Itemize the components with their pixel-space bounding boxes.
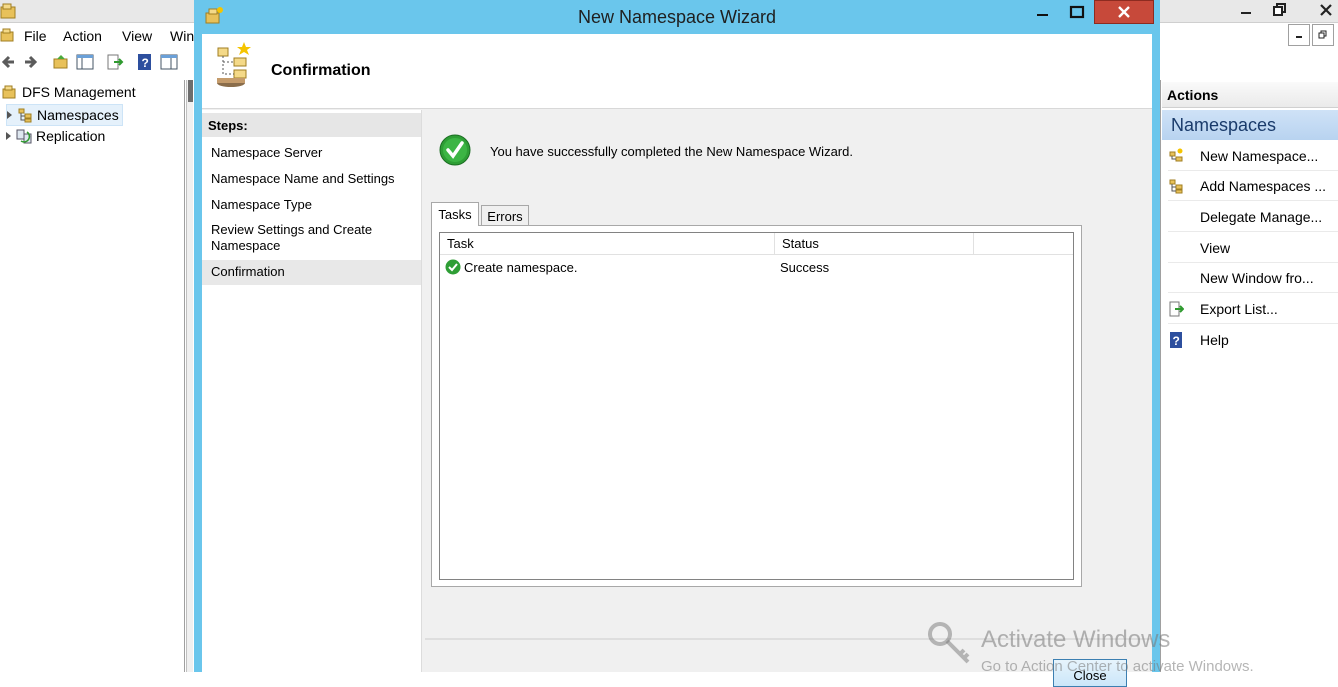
close-icon — [1118, 6, 1130, 18]
console-menu-icon[interactable] — [0, 27, 16, 43]
action-label: Delegate Manage... — [1200, 208, 1323, 225]
child-restore-button[interactable] — [1312, 24, 1334, 46]
step-namespace-server: Namespace Server — [211, 145, 323, 160]
action-view[interactable]: View — [1168, 233, 1338, 263]
action-add-namespaces[interactable]: Add Namespaces ... — [1168, 171, 1338, 201]
expand-arrow-icon[interactable] — [7, 111, 12, 119]
console-tree: DFS Management Namespaces Replication — [0, 80, 185, 672]
help-icon: ? — [1168, 332, 1184, 348]
tree-item-dfs-management[interactable]: DFS Management — [2, 82, 136, 102]
tree-item-namespaces[interactable]: Namespaces — [6, 104, 123, 126]
success-message: You have successfully completed the New … — [490, 144, 853, 159]
tab-errors[interactable]: Errors — [481, 205, 529, 227]
wizard-body: Confirmation Steps: Namespace Server Nam… — [202, 34, 1152, 687]
namespaces-icon — [18, 108, 32, 123]
column-header-empty — [974, 233, 1073, 255]
action-pane-toggle-icon[interactable] — [160, 53, 178, 71]
column-header-task[interactable]: Task — [440, 233, 775, 255]
key-icon — [926, 620, 974, 668]
tree-splitter[interactable] — [186, 80, 193, 672]
replication-icon — [16, 129, 32, 144]
up-folder-icon[interactable] — [52, 53, 70, 71]
menu-action[interactable]: Action — [63, 28, 102, 44]
menu-bar: File Action View Win — [0, 24, 195, 48]
mmc-close-button[interactable] — [1312, 0, 1338, 20]
action-label: Help — [1200, 332, 1229, 348]
action-label: New Window fro... — [1200, 269, 1314, 286]
child-minimize-button[interactable] — [1288, 24, 1310, 46]
table-row[interactable]: Create namespace. — [445, 257, 577, 277]
wizard-title: New Namespace Wizard — [577, 6, 777, 27]
forward-icon[interactable] — [22, 53, 40, 71]
steps-label: Steps: — [202, 113, 421, 137]
action-help[interactable]: ? Help — [1168, 325, 1338, 355]
action-label: New Namespace... — [1200, 147, 1319, 164]
menu-view[interactable]: View — [122, 28, 152, 44]
dfs-app-icon — [0, 2, 18, 20]
step-namespace-type: Namespace Type — [211, 197, 312, 212]
wizard-header: Confirmation — [202, 34, 1152, 109]
tree-item-label: Namespaces — [37, 107, 119, 123]
new-namespace-icon — [1168, 148, 1184, 164]
action-new-namespace[interactable]: New Namespace... — [1168, 141, 1338, 171]
task-status: Success — [780, 259, 830, 275]
add-namespaces-icon — [1168, 178, 1184, 194]
page-title: Confirmation — [271, 62, 371, 79]
watermark-title: Activate Windows — [981, 626, 1171, 653]
success-check-icon — [445, 259, 461, 275]
action-label: Export List... — [1200, 300, 1278, 317]
tab-tasks[interactable]: Tasks — [431, 202, 479, 226]
namespace-wizard-icon — [214, 40, 254, 90]
mmc-minimize-button[interactable] — [1232, 0, 1260, 20]
actions-header: Actions — [1162, 82, 1338, 108]
back-icon[interactable] — [0, 53, 18, 71]
tree-item-replication[interactable]: Replication — [6, 126, 105, 146]
action-label: Add Namespaces ... — [1200, 177, 1327, 194]
activate-windows-watermark: Activate Windows Go to Action Center to … — [926, 618, 1326, 675]
tree-item-label: DFS Management — [22, 84, 136, 100]
column-header-status[interactable]: Status — [775, 233, 974, 255]
action-new-window[interactable]: New Window fro... — [1168, 263, 1338, 293]
expand-arrow-icon[interactable] — [6, 132, 11, 140]
tree-item-label: Replication — [36, 128, 106, 144]
show-hide-tree-icon[interactable] — [76, 53, 94, 71]
mmc-restore-button[interactable] — [1266, 0, 1294, 20]
watermark-subtitle: Go to Action Center to activate Windows. — [981, 658, 1254, 675]
dfs-management-icon — [2, 85, 16, 99]
help-icon[interactable]: ? — [136, 53, 154, 71]
task-name: Create namespace. — [464, 259, 578, 275]
splitter-scrollbar[interactable] — [188, 80, 193, 102]
action-delegate-management[interactable]: Delegate Manage... — [1168, 202, 1338, 232]
wizard-minimize-button[interactable] — [1024, 0, 1060, 24]
svg-text:?: ? — [1173, 334, 1180, 348]
svg-text:?: ? — [142, 56, 149, 70]
action-export-list[interactable]: Export List... — [1168, 294, 1338, 324]
export-icon[interactable] — [106, 53, 124, 71]
step-review-settings: Review Settings and Create Namespace — [211, 222, 373, 253]
task-list[interactable]: Task Status Create namespace. Success — [439, 232, 1074, 580]
new-namespace-wizard-dialog: New Namespace Wizard Confirmation Steps:… — [194, 0, 1160, 687]
wizard-close-button[interactable] — [1094, 0, 1154, 24]
step-confirmation: Confirmation — [211, 264, 285, 279]
action-label: View — [1200, 239, 1231, 256]
success-check-icon — [439, 134, 471, 166]
menu-file[interactable]: File — [24, 28, 47, 44]
step-namespace-name-settings: Namespace Name and Settings — [211, 171, 395, 186]
export-list-icon — [1168, 301, 1184, 317]
menu-window[interactable]: Win — [170, 28, 194, 44]
actions-section-namespaces[interactable]: Namespaces — [1162, 110, 1338, 140]
tasks-tab-panel: Task Status Create namespace. Success — [431, 225, 1082, 587]
toolbar: ? — [0, 50, 195, 76]
wizard-title-icon — [204, 6, 224, 26]
wizard-maximize-button[interactable] — [1060, 0, 1094, 24]
steps-pane: Steps: Namespace Server Namespace Name a… — [202, 110, 422, 672]
confirmation-content: You have successfully completed the New … — [425, 110, 1152, 672]
